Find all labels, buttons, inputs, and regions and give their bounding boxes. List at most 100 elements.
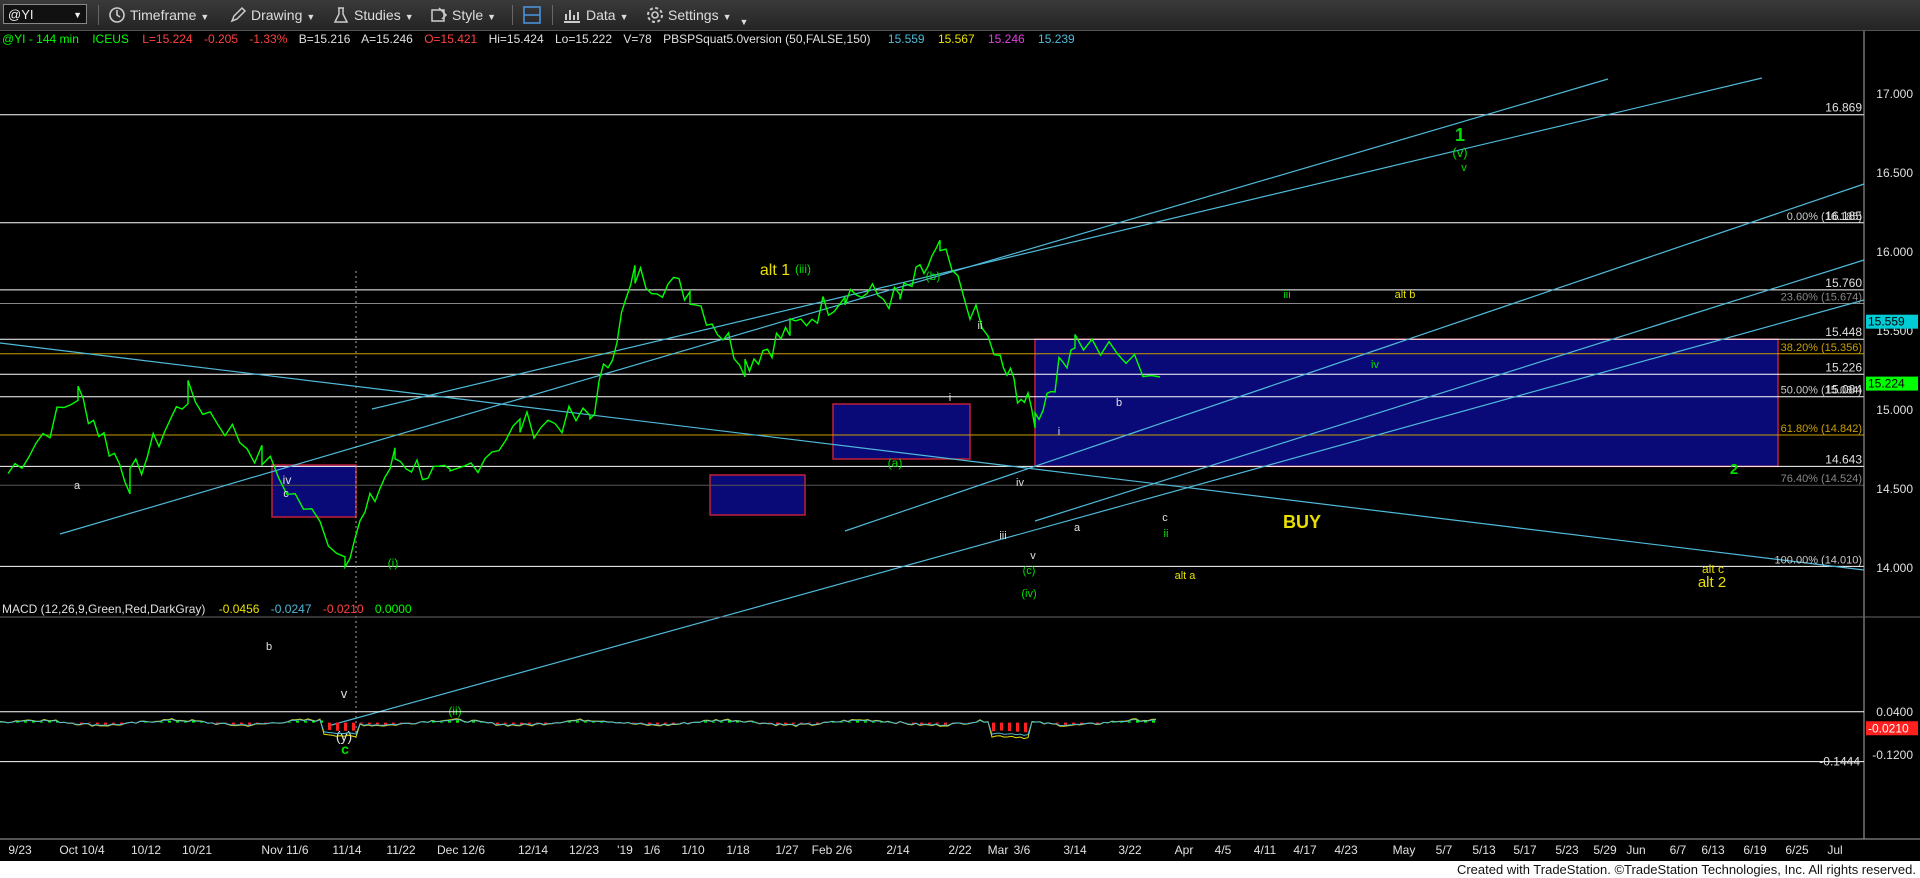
wave-label: (i) <box>388 556 399 570</box>
y-tick-label: 14.500 <box>1876 482 1913 496</box>
symbol-input[interactable]: @YI ▼ <box>3 4 87 24</box>
buy-zone-rect <box>1034 338 1779 468</box>
macd-histogram-bar <box>944 722 947 725</box>
wave-label: v <box>341 686 348 701</box>
macd-histogram-bar <box>1152 720 1155 723</box>
macd-value: 0.0000 <box>375 602 412 616</box>
chevron-down-icon: ▼ <box>200 12 210 22</box>
price-series <box>7 239 1161 570</box>
chevron-down-icon: ▼ <box>306 12 316 22</box>
x-tick-label: Mar <box>988 843 1009 857</box>
timeframe-label: Timeframe <box>130 7 197 23</box>
style-label: Style <box>452 7 484 23</box>
macd-histogram-bar <box>664 722 667 724</box>
open: O=15.421 <box>424 32 477 46</box>
macd-histogram-bar <box>336 722 339 731</box>
x-tick-label: 1/27 <box>775 843 799 857</box>
y-tick-label: 16.000 <box>1876 245 1913 259</box>
study-value: 15.567 <box>938 32 975 46</box>
macd-histogram-bar <box>856 720 859 723</box>
x-tick-label: 11/14 <box>332 843 361 857</box>
wave-label: i <box>949 392 951 404</box>
settings-button[interactable]: Settings ▼ ▼ <box>646 5 749 27</box>
study-value: 15.246 <box>988 32 1025 46</box>
price-tag-label: 15.559 <box>1868 315 1905 329</box>
target-box <box>832 403 971 460</box>
x-tick-label: 11/22 <box>386 843 415 857</box>
macd-histogram-bar <box>1056 722 1059 724</box>
wave-label: c <box>283 488 289 500</box>
style-icon <box>431 7 448 22</box>
macd-histogram-bar <box>568 721 571 723</box>
macd-histogram-bar <box>864 721 867 723</box>
x-tick-label: 3/22 <box>1118 843 1142 857</box>
study-value: 15.239 <box>1038 32 1075 46</box>
style-button[interactable]: Style ▼ <box>430 5 496 25</box>
macd-histogram-bar <box>1000 722 1003 731</box>
timeframe-button[interactable]: Timeframe ▼ <box>108 5 209 25</box>
drawing-button[interactable]: Drawing ▼ <box>229 5 315 25</box>
x-tick-label: 10/21 <box>182 843 212 857</box>
x-tick-label: 6/13 <box>1701 843 1725 857</box>
x-tick-label: 1/10 <box>681 843 705 857</box>
price-level-label: 14.643 <box>1825 452 1862 466</box>
macd-histogram-bar <box>720 721 723 723</box>
toolbar: @YI ▼ Timeframe ▼ Drawing ▼ Studies ▼ Style ▼… <box>0 0 1920 31</box>
studies-button[interactable]: Studies ▼ <box>332 5 414 25</box>
x-tick-label: 4/11 <box>1254 843 1277 857</box>
pencil-icon <box>230 6 247 23</box>
macd-histogram-bar <box>1016 722 1019 732</box>
macd-histogram-bar <box>368 722 371 725</box>
x-tick-label: 2/14 <box>886 843 910 857</box>
x-tick-label: Dec 12/6 <box>437 843 485 857</box>
x-tick-label: 2/22 <box>948 843 972 857</box>
chevron-down-icon: ▼ <box>739 17 749 27</box>
macd-tag-label: -0.0210 <box>1868 721 1909 735</box>
macd-histogram-bar <box>344 722 347 731</box>
study-value: 15.559 <box>888 32 925 46</box>
target-box <box>709 474 806 516</box>
buy-label: BUY <box>1283 512 1321 532</box>
clock-icon <box>109 7 125 23</box>
y-tick-label: 14.000 <box>1876 561 1913 575</box>
x-tick-label: May <box>1393 843 1416 857</box>
x-tick-label: 4/17 <box>1293 843 1317 857</box>
wave-label: (iv) <box>1021 588 1036 600</box>
x-tick-label: 5/17 <box>1513 843 1537 857</box>
price-chart[interactable]: @YI - 144 min ICEUS L=15.224 -0.205 -1.3… <box>0 31 1920 861</box>
macd-histogram-bar <box>704 721 707 723</box>
fib-label: 100.00% (14.010) <box>1775 554 1862 566</box>
x-tick-label: 1/18 <box>726 843 750 857</box>
layout-button[interactable] <box>522 5 546 25</box>
x-tick-label: 5/29 <box>1593 843 1617 857</box>
macd-histogram-bar <box>232 722 235 725</box>
macd-histogram-bar <box>96 722 99 725</box>
macd-pane: 0.0400 -0.0210 -0.1444 -0.1200 <box>0 616 1920 769</box>
wave-label: i <box>1058 426 1060 438</box>
pct-change: -1.33% <box>249 32 287 46</box>
settings-label: Settings <box>668 7 719 23</box>
macd-label: MACD (12,26,9,Green,Red,DarkGray) <box>2 602 205 616</box>
macd-header: MACD (12,26,9,Green,Red,DarkGray) -0.045… <box>2 602 412 616</box>
wave-label: c <box>341 741 349 757</box>
macd-histogram-bar <box>168 720 171 723</box>
x-tick-label: Nov 11/6 <box>261 843 308 857</box>
macd-histogram-bar <box>376 722 379 725</box>
macd-histogram-bar <box>248 722 251 725</box>
macd-histogram-bar <box>512 722 515 724</box>
x-tick-label: '19 <box>617 843 633 857</box>
x-tick-label: 5/13 <box>1472 843 1496 857</box>
x-tick-label: 5/7 <box>1436 843 1453 857</box>
macd-histogram-bar <box>392 722 395 724</box>
symbol-info: @YI - 144 min <box>2 32 79 46</box>
macd-histogram-bar <box>448 721 451 723</box>
macd-histogram-bar <box>672 722 675 724</box>
data-button[interactable]: Data ▼ <box>562 5 629 25</box>
wave-label: v <box>1461 162 1467 174</box>
wave-label: iii <box>999 530 1006 542</box>
x-tick-label: 5/23 <box>1555 843 1579 857</box>
macd-value: -0.0247 <box>271 602 312 616</box>
bar-chart-icon <box>564 10 580 23</box>
x-tick-label: Jul <box>1827 843 1842 857</box>
x-tick-label: 1/6 <box>644 843 661 857</box>
